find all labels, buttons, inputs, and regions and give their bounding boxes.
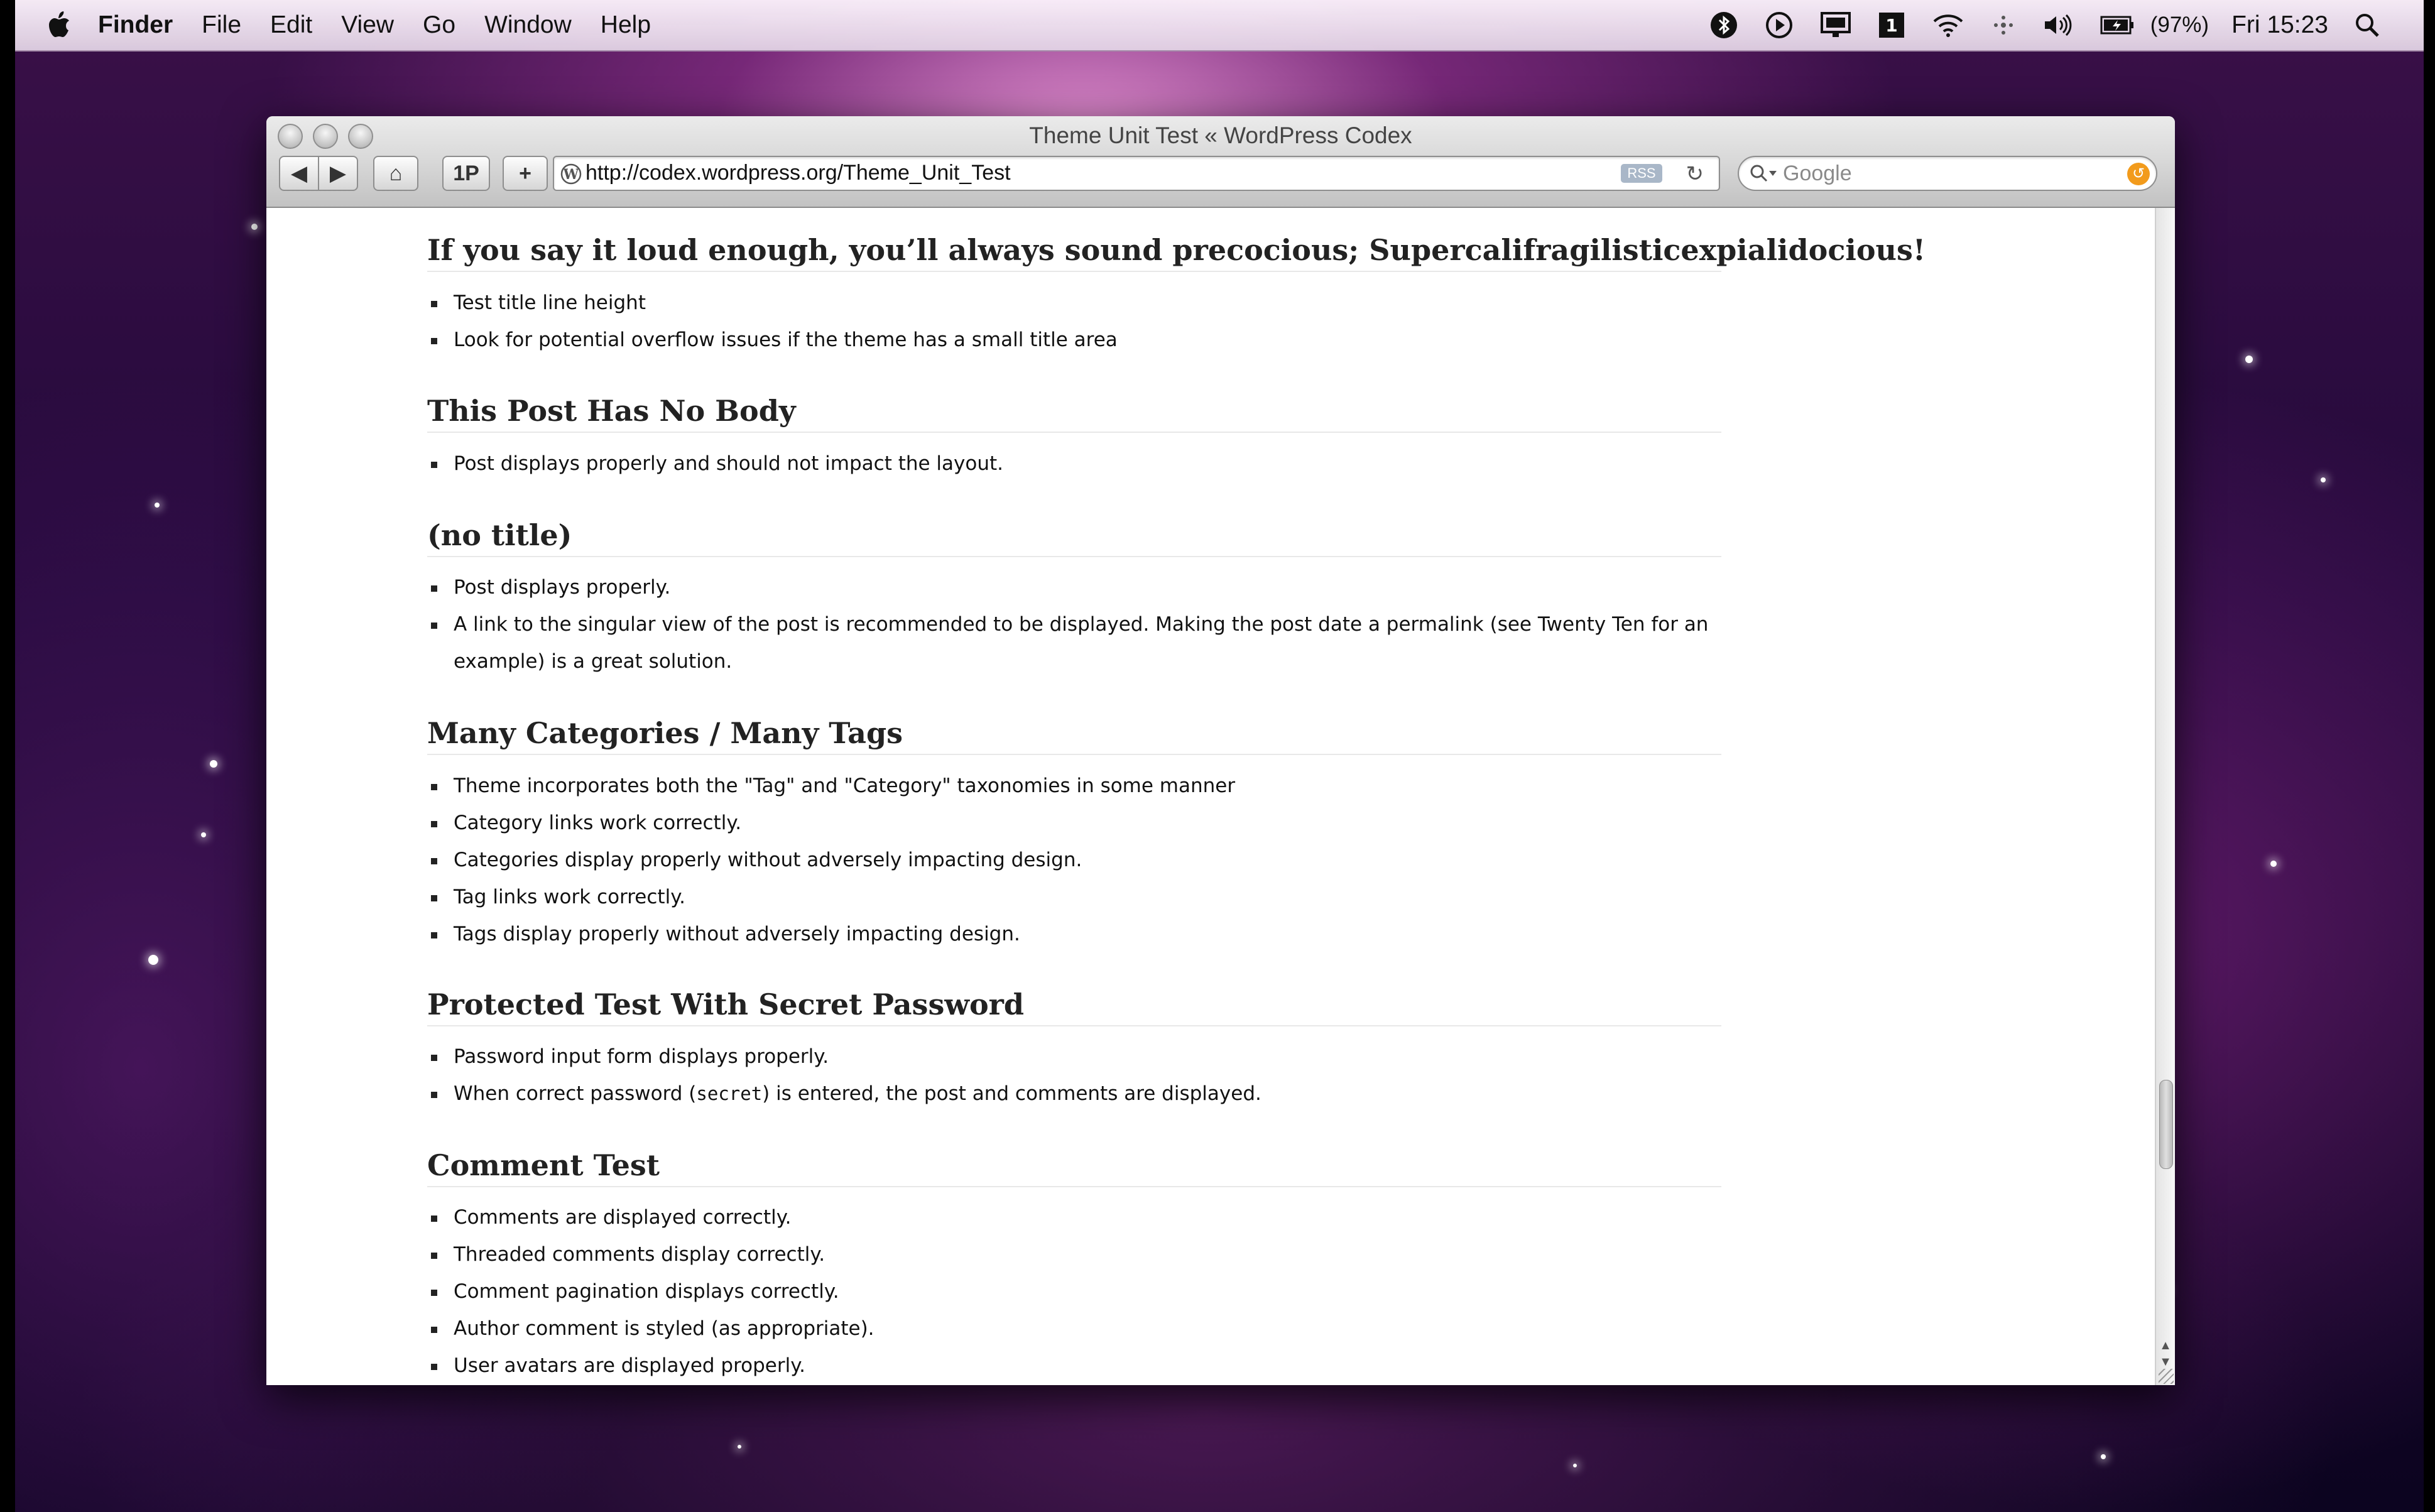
section-heading: This Post Has No Body xyxy=(427,394,1721,433)
browser-window: Theme Unit Test « WordPress Codex ◀ ▶ ⌂ … xyxy=(266,116,2175,1385)
section-heading: If you say it loud enough, you’ll always… xyxy=(427,233,1926,272)
menu-help[interactable]: Help xyxy=(601,11,651,39)
apple-menu-icon[interactable] xyxy=(45,11,70,40)
vertical-scrollbar[interactable]: ▲ ▼ xyxy=(2155,208,2175,1385)
browser-toolbar: Theme Unit Test « WordPress Codex ◀ ▶ ⌂ … xyxy=(266,116,2175,208)
password-item-text-after: ) is entered, the post and comments are … xyxy=(762,1082,1261,1105)
list-item: When correct password (secret) is entere… xyxy=(431,1075,1710,1112)
section-heading: (no title) xyxy=(427,518,1721,557)
wordpress-favicon-icon: W xyxy=(560,163,582,185)
star xyxy=(201,832,206,837)
list-item: Categories display properly without adve… xyxy=(431,842,1710,879)
star xyxy=(155,503,160,508)
section-heading: Comment Test xyxy=(427,1148,1721,1187)
list-item: Password input form displays properly. xyxy=(431,1038,1710,1075)
password-item-text-before: When correct password ( xyxy=(454,1082,697,1105)
window-title: Theme Unit Test « WordPress Codex xyxy=(1029,122,1412,148)
scroll-up-arrow-icon[interactable]: ▲ xyxy=(2159,1339,2172,1353)
menu-go[interactable]: Go xyxy=(423,11,455,39)
menu-edit[interactable]: Edit xyxy=(270,11,312,39)
forward-button[interactable]: ▶ xyxy=(318,156,358,191)
display-icon[interactable] xyxy=(1820,11,1851,39)
onepassword-button[interactable]: 1P xyxy=(442,156,490,191)
list-item: User avatars are displayed properly. xyxy=(431,1347,1710,1384)
menu-view[interactable]: View xyxy=(341,11,394,39)
section-heading: Protected Test With Secret Password xyxy=(427,987,1721,1026)
star xyxy=(738,1445,741,1449)
menu-window[interactable]: Window xyxy=(484,11,572,39)
list-item: Tags display properly without adversely … xyxy=(431,916,1710,953)
star xyxy=(251,224,258,230)
menu-file[interactable]: File xyxy=(202,11,241,39)
resize-grip-icon[interactable] xyxy=(2159,1369,2174,1384)
page-content: If you say it loud enough, you’ll always… xyxy=(266,208,2156,1385)
bluetooth-icon[interactable] xyxy=(1709,11,1738,40)
search-go-icon[interactable]: ↺ xyxy=(2127,163,2150,185)
star xyxy=(148,955,158,965)
list-item: Theme incorporates both the "Tag" and "C… xyxy=(431,768,1710,805)
scroll-thumb[interactable] xyxy=(2159,1080,2173,1169)
menu-bar: Finder File Edit View Go Window Help 1 (… xyxy=(15,0,2424,52)
list-item: Author comment is styled (as appropriate… xyxy=(431,1310,1710,1347)
list-item: Category links work correctly. xyxy=(431,805,1710,842)
star xyxy=(1573,1464,1577,1467)
scroll-down-arrow-icon[interactable]: ▼ xyxy=(2159,1355,2172,1369)
keyboard-layout-icon[interactable]: 1 xyxy=(1878,11,1905,39)
list-item: Comments are displayed correctly. xyxy=(431,1199,1710,1236)
list-item: Post displays properly and should not im… xyxy=(431,445,1710,482)
spotlight-icon[interactable] xyxy=(2355,13,2380,38)
list-item: A link to the singular view of the post … xyxy=(431,606,1710,680)
wifi-icon[interactable] xyxy=(1932,13,1964,38)
star xyxy=(2101,1454,2106,1459)
list-item: Threaded comments display correctly. xyxy=(431,1236,1710,1273)
star xyxy=(2270,861,2277,867)
search-field[interactable]: Google ↺ xyxy=(1738,156,2157,191)
add-bookmark-button[interactable]: + xyxy=(503,156,548,191)
menu-clock[interactable]: Fri 15:23 xyxy=(2231,11,2328,39)
password-code: secret xyxy=(696,1083,763,1104)
svg-text:W: W xyxy=(563,166,579,183)
rss-icon[interactable]: RSS xyxy=(1621,164,1662,183)
list-item: Post displays properly. xyxy=(431,569,1710,606)
menu-finder[interactable]: Finder xyxy=(98,11,173,39)
play-icon[interactable] xyxy=(1765,11,1794,40)
search-placeholder: Google xyxy=(1783,161,1852,185)
volume-icon[interactable] xyxy=(2042,13,2074,38)
list-item: Test title line height xyxy=(431,285,1710,322)
back-button[interactable]: ◀ xyxy=(279,156,319,191)
star xyxy=(2321,477,2326,482)
url-text: http://codex.wordpress.org/Theme_Unit_Te… xyxy=(586,161,1011,185)
sync-icon[interactable] xyxy=(1991,13,2016,38)
home-button[interactable]: ⌂ xyxy=(373,156,418,191)
list-item: Comment pagination displays correctly. xyxy=(431,1273,1710,1310)
section-heading: Many Categories / Many Tags xyxy=(427,716,1721,755)
star xyxy=(2245,356,2253,363)
search-icon xyxy=(1750,165,1777,182)
battery-icon[interactable] xyxy=(2100,14,2135,36)
address-bar[interactable]: W http://codex.wordpress.org/Theme_Unit_… xyxy=(553,156,1720,191)
svg-text:1: 1 xyxy=(1885,15,1897,36)
reload-icon[interactable]: ↻ xyxy=(1686,161,1704,187)
list-item: Look for potential overflow issues if th… xyxy=(431,322,1710,359)
battery-percentage: (97%) xyxy=(2150,13,2209,37)
list-item: Tag links work correctly. xyxy=(431,879,1710,916)
star xyxy=(210,760,217,768)
